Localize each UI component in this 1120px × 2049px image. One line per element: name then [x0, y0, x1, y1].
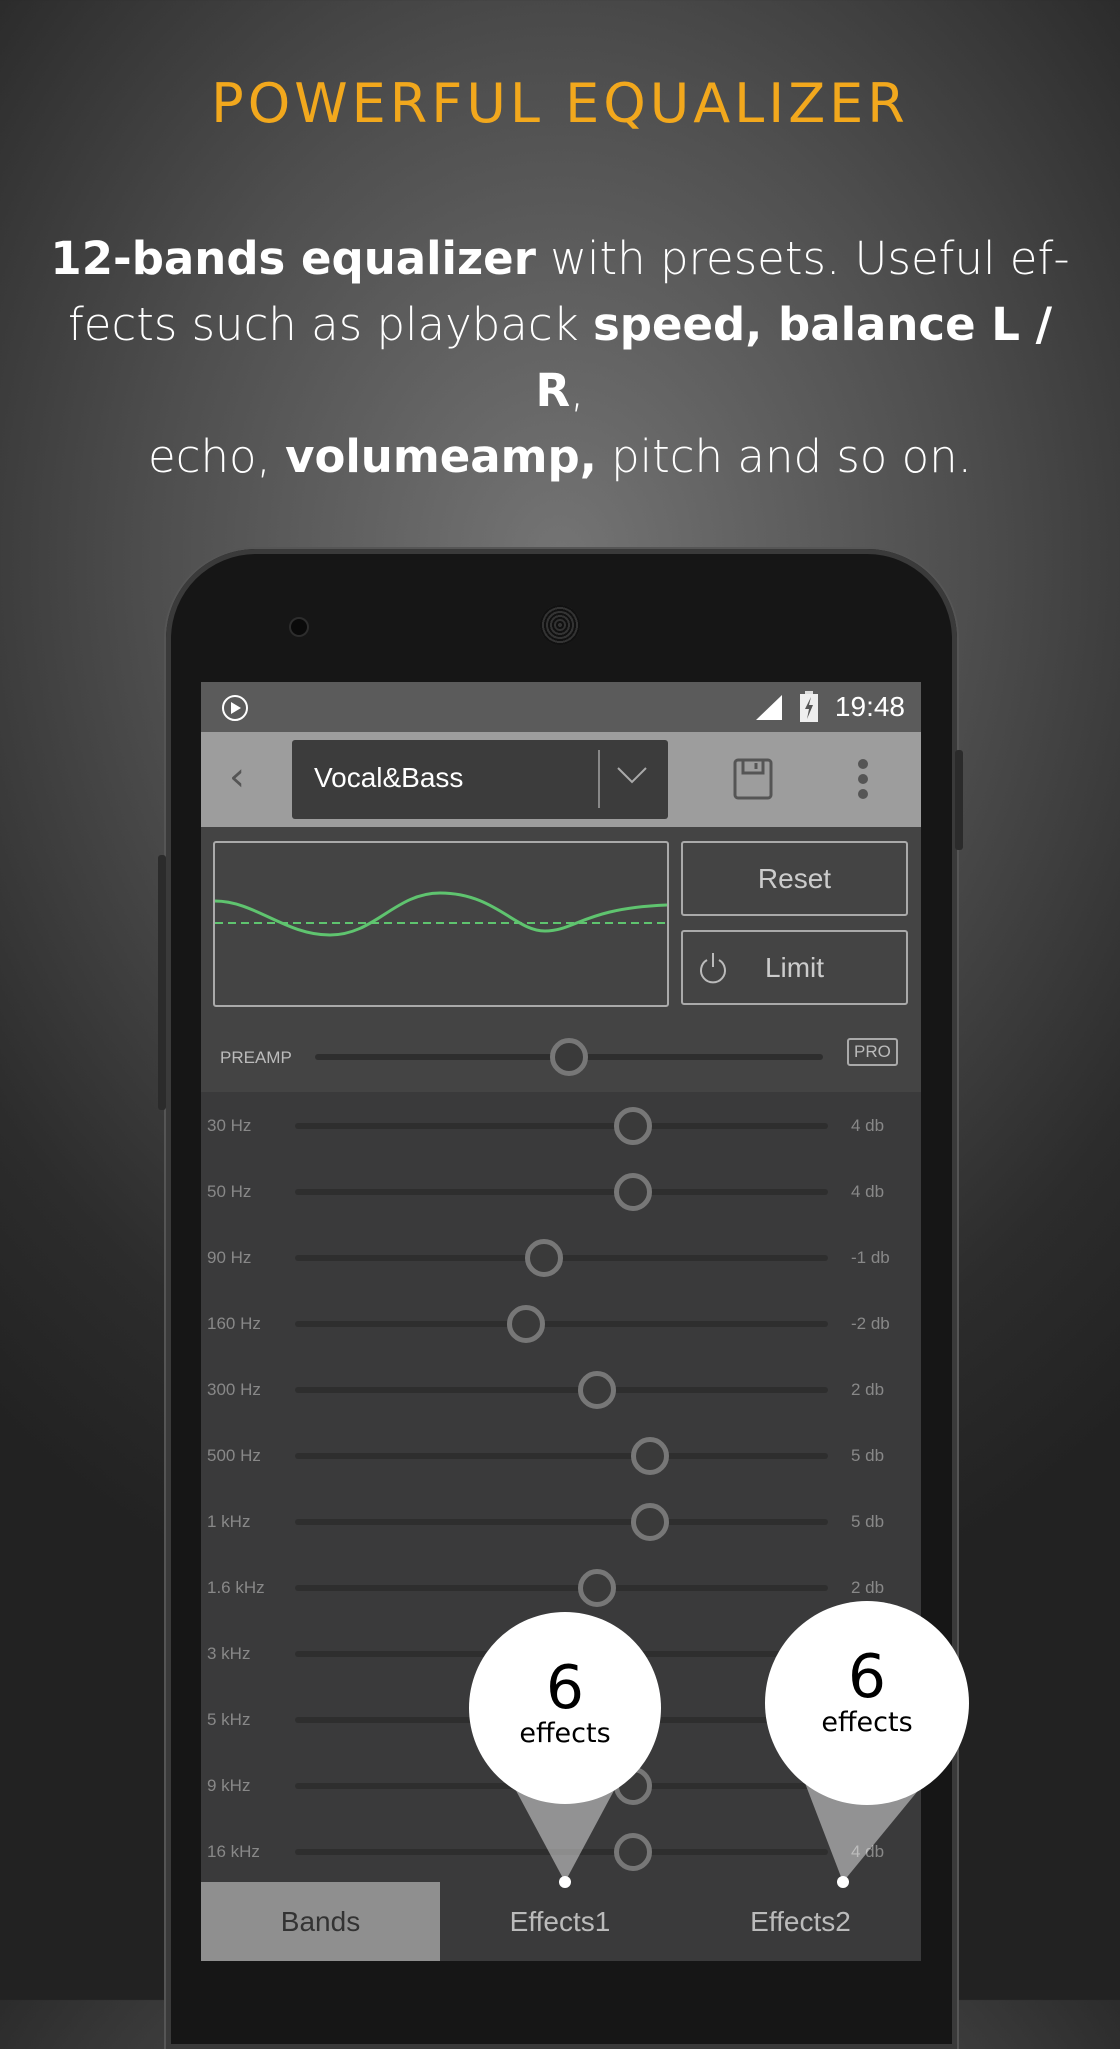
callout-count: 6 [545, 1653, 585, 1723]
effects1-callout: 6 effects [469, 1612, 661, 1804]
callout-text: effects [821, 1707, 913, 1738]
callout-count: 6 [847, 1642, 887, 1712]
effects2-callout: 6 effects [765, 1601, 969, 1805]
callout-dot [559, 1876, 571, 1888]
callout-text: effects [519, 1718, 611, 1749]
callout-dot [837, 1876, 849, 1888]
